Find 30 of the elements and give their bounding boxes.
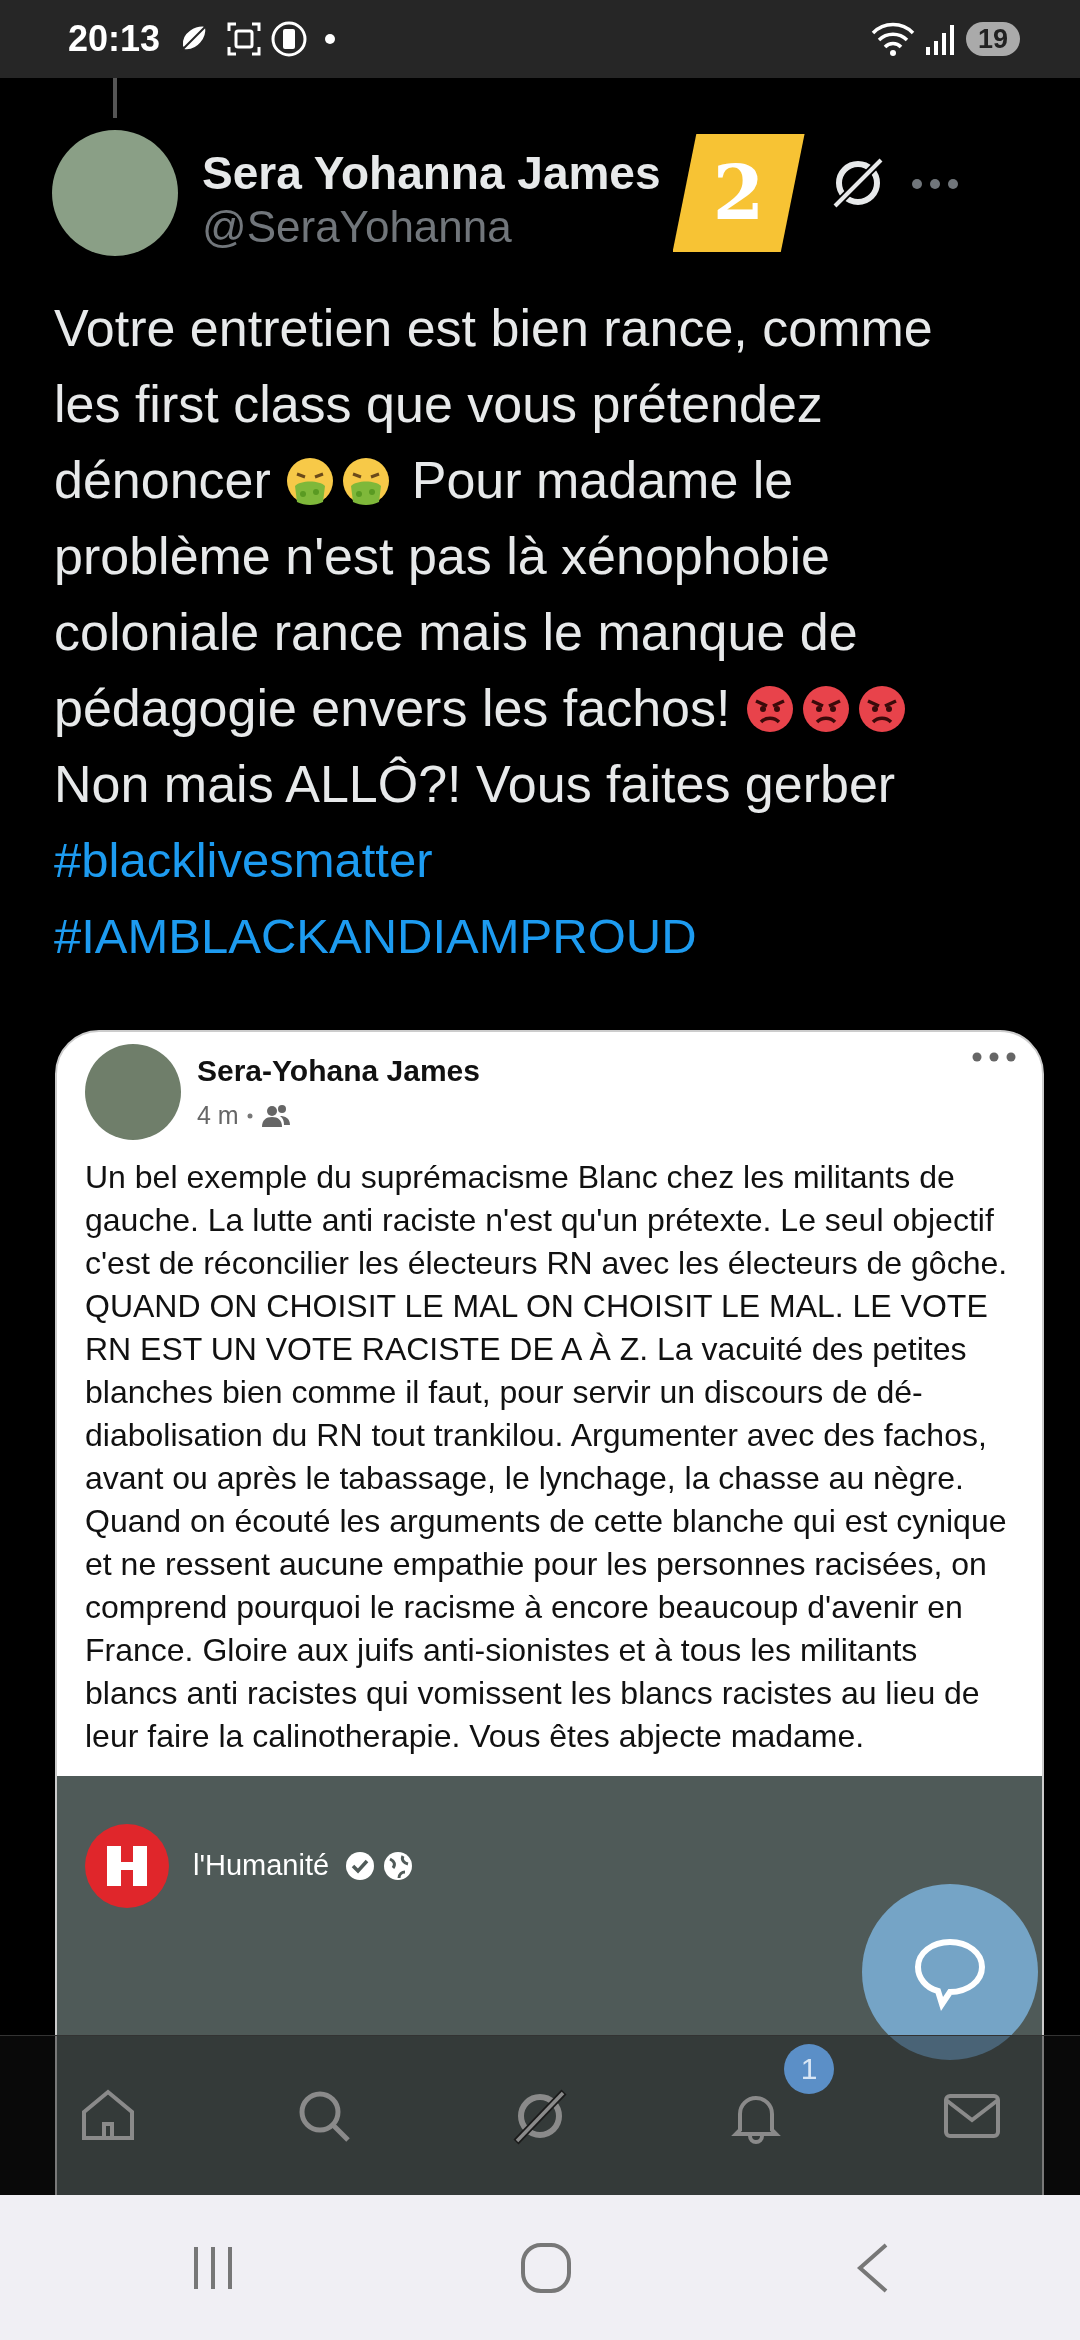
author-handle[interactable]: @SeraYohanna — [202, 201, 661, 254]
vomit-face-icon — [341, 456, 392, 506]
globe-icon — [383, 1851, 414, 1881]
hashtag-link[interactable]: #IAMBLACKANDIAMPROUD — [54, 909, 697, 963]
hashtag-link[interactable]: #blacklivesmatter — [54, 833, 433, 887]
more-icon — [972, 1052, 1016, 1062]
dot-icon — [246, 1112, 253, 1119]
verified-icon — [345, 1851, 376, 1881]
post-text: Un bel exemple du suprémacisme Blanc chez les militants de gauche. La lutte anti raciste n'est qu'un prétexte. Le seul objectif c'est de réconcilier les électeurs RN avec les électeurs de gôche. QUAND ON CHOISIT LE MAL ON CHOISIT LE MAL. LE VOTE RN EST UN VOTE RACISTE DE A À Z. La vacuité des petites blanches bien comme il faut, pour servir un discours de dé-diabolisation du RN tout trankilou. Argumenter avec des fachos, avant ou après le tabassage, le lynchage, la chasse au nègre. Quand on écouté les arguments de cette blanche qui est cynique et ne ressent aucune empathie pour les personnes racisées, on comprend pourquoi le racisme à encore beaucoup d'avenir en France. Gloire aux juifs anti-sionistes et à tous les militants blancs anti racistes qui vomissent les blancs racistes au lieu de leur faire la calinotherapie. Vous êtes abjecte madame. — [84, 1158, 1009, 1756]
number-sticker: 2 — [672, 134, 805, 252]
dot-icon — [324, 33, 337, 45]
post-author: Sera-Yohana James — [197, 1053, 480, 1089]
screenshot-icon — [226, 21, 263, 57]
tweet-text: Votre entretien est bien rance, comme les first class que vous prétendez dénoncer Pour madame le problème n'est pas là xénophobie coloniale rance mais le manque de pédagogie envers les fachos! Non mais ALLÔ?! Vous faites gerber — [53, 298, 934, 815]
channel-name: l'Humanité — [193, 1848, 330, 1884]
phone-ring-icon — [270, 20, 309, 58]
wifi-icon — [869, 21, 916, 57]
home-icon[interactable] — [520, 2241, 572, 2294]
people-icon — [260, 1103, 291, 1128]
more-icon[interactable] — [910, 178, 959, 190]
quoted-screenshot[interactable] — [55, 1030, 1044, 2195]
author-name[interactable]: Sera Yohanna James — [202, 146, 661, 202]
back-icon[interactable] — [856, 2241, 890, 2294]
battery-level: 19 — [965, 22, 1020, 56]
angry-face-icon — [744, 684, 795, 734]
angry-face-icon — [800, 684, 851, 734]
angry-face-icon — [856, 684, 907, 734]
clock: 20:13 — [68, 17, 161, 61]
post-time: 4 m — [197, 1100, 239, 1131]
vomit-face-icon — [285, 456, 336, 506]
